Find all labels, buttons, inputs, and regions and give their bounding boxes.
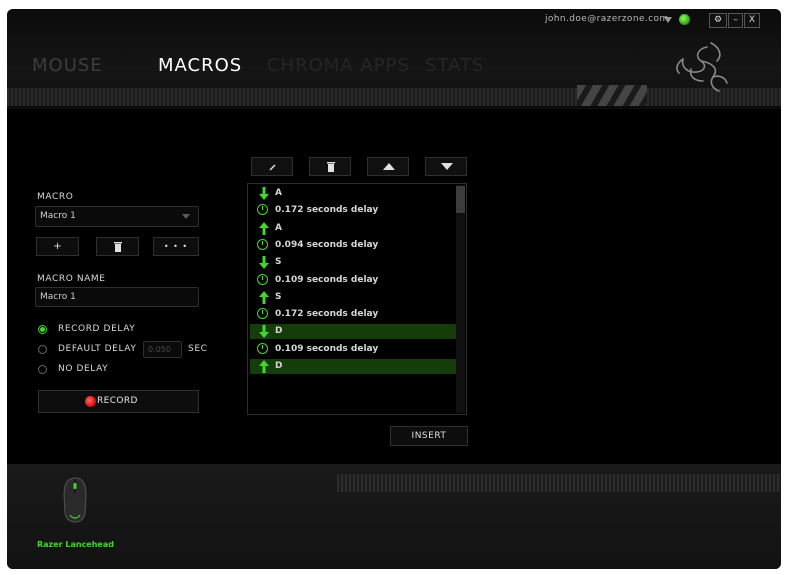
trash-icon [113, 242, 122, 252]
macro-step-row[interactable]: A [250, 186, 456, 201]
clock-icon [257, 204, 268, 216]
record-button[interactable]: RECORD [38, 390, 199, 413]
scrollbar-thumb[interactable] [456, 186, 465, 213]
tab-mouse[interactable]: MOUSE [32, 55, 103, 76]
device-name[interactable]: Razer Lancehead [37, 540, 114, 549]
record-delay-radio[interactable] [38, 325, 47, 334]
macro-step-text: A [275, 188, 282, 198]
no-delay-radio[interactable] [38, 365, 47, 374]
insert-button[interactable]: INSERT [390, 426, 468, 446]
header-texture [7, 88, 781, 106]
header-divider [7, 106, 781, 108]
arrow-down-icon [259, 325, 269, 339]
arrow-down-icon [259, 256, 269, 270]
close-button[interactable]: X [744, 13, 760, 28]
macro-label: MACRO [37, 192, 74, 202]
macro-step-row[interactable]: 0.172 seconds delay [250, 307, 456, 322]
arrow-down-icon [259, 187, 269, 200]
macro-step-text: 0.094 seconds delay [275, 239, 379, 250]
tab-stats[interactable]: STATS [425, 55, 484, 76]
minimize-button[interactable]: – [728, 13, 743, 28]
macro-select-value: Macro 1 [40, 211, 76, 221]
device-bar-texture [337, 474, 781, 492]
macro-step-text: 0.172 seconds delay [275, 309, 379, 320]
clock-icon [257, 273, 268, 285]
arrow-down-icon [441, 163, 453, 170]
account-email[interactable]: john.doe@razerzone.com [545, 14, 669, 24]
macro-step-text: A [275, 222, 282, 233]
razer-logo-icon [676, 42, 728, 92]
macro-step-row[interactable]: A [250, 221, 456, 236]
macro-name-label: MACRO NAME [37, 274, 106, 284]
pencil-icon [269, 164, 276, 171]
record-delay-label: RECORD DELAY [58, 324, 136, 334]
macro-step-text: S [275, 291, 282, 302]
macro-step-text: 0.172 seconds delay [275, 205, 379, 216]
record-icon [85, 396, 96, 407]
clock-icon [257, 308, 268, 320]
macro-step-text: D [275, 361, 283, 371]
macro-step-row[interactable]: D [250, 324, 456, 340]
macro-name-input[interactable]: Macro 1 [35, 287, 199, 307]
default-delay-label: DEFAULT DELAY [58, 344, 137, 354]
settings-button[interactable]: ⚙ [709, 13, 727, 28]
header-accent [577, 85, 647, 107]
macro-step-text: 0.109 seconds delay [275, 274, 379, 285]
more-options-button[interactable]: • • • [153, 237, 199, 256]
default-delay-input[interactable]: 0.050 [143, 341, 182, 358]
delete-step-button[interactable] [309, 157, 351, 176]
no-delay-label: NO DELAY [58, 364, 109, 374]
macro-step-row[interactable]: S [250, 255, 456, 270]
arrow-up-icon [383, 163, 395, 170]
macro-step-row[interactable]: 0.109 seconds delay [250, 342, 456, 357]
macro-step-row[interactable]: D [250, 359, 456, 374]
online-status-icon [679, 14, 690, 25]
macro-step-row[interactable]: S [250, 290, 456, 305]
arrow-up-icon [259, 221, 269, 235]
move-down-button[interactable] [425, 157, 467, 176]
clock-icon [257, 342, 268, 354]
add-macro-button[interactable]: + [36, 237, 79, 256]
delay-unit-label: SEC [188, 344, 208, 354]
trash-icon [327, 162, 335, 172]
edit-button[interactable] [251, 157, 293, 176]
chevron-down-icon [182, 214, 190, 219]
macro-select[interactable]: Macro 1 [35, 206, 199, 227]
arrow-up-icon [259, 360, 269, 373]
record-label: RECORD [97, 396, 138, 406]
arrow-up-icon [259, 290, 269, 304]
tab-macros[interactable]: MACROS [158, 55, 242, 76]
move-up-button[interactable] [367, 157, 409, 176]
app-window: john.doe@razerzone.com ⚙ – X MOUSE MACRO… [7, 9, 781, 569]
default-delay-radio[interactable] [38, 345, 47, 354]
tab-chroma-apps[interactable]: CHROMA APPS [267, 55, 410, 76]
macro-step-text: S [275, 257, 282, 268]
macro-step-row[interactable]: 0.172 seconds delay [250, 203, 456, 218]
delete-macro-button[interactable] [96, 237, 139, 256]
macro-step-row[interactable]: 0.109 seconds delay [250, 273, 456, 288]
chevron-down-icon[interactable] [664, 17, 672, 23]
macro-step-row[interactable]: 0.094 seconds delay [250, 238, 456, 253]
macro-step-text: D [275, 326, 283, 337]
macro-step-text: 0.109 seconds delay [275, 343, 379, 354]
mouse-device-icon[interactable] [62, 477, 88, 523]
scrollbar-track[interactable] [456, 185, 465, 413]
macro-step-list[interactable]: A 0.172 seconds delay A 0.094 seconds delay… [247, 183, 467, 415]
clock-icon [257, 238, 268, 250]
